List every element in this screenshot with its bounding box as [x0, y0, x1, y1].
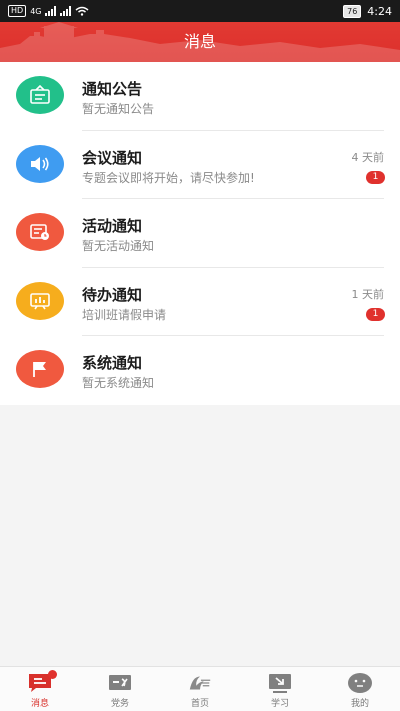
tab-profile[interactable]: 我的 [320, 667, 400, 711]
message-subtitle: 暂无通知公告 [82, 102, 155, 116]
app-header: 消息 [0, 22, 400, 62]
page-title: 消息 [183, 32, 216, 51]
hd-indicator: HD [8, 5, 27, 17]
message-title: 通知公告 [82, 80, 143, 98]
tab-party-affairs[interactable]: 党务 [80, 667, 160, 711]
message-title: 系统通知 [82, 354, 143, 372]
battery-icon: 76 [343, 4, 362, 18]
message-list: 通知公告 暂无通知公告 会议通知 专题会议即将开始，请尽快参加! 4 天前 1 … [0, 62, 400, 405]
message-title: 活动通知 [82, 217, 143, 235]
party-affairs-icon [107, 672, 133, 694]
profile-face-icon [347, 672, 373, 694]
message-time: 4 天前 [351, 150, 385, 164]
network-type: 4G [30, 6, 42, 16]
message-item-todo[interactable]: 待办通知 培训班请假申请 1 天前 1 [0, 268, 400, 336]
wifi-icon [75, 6, 89, 16]
message-subtitle: 暂无活动通知 [82, 239, 155, 253]
bottom-tab-bar: 消息 党务 首页 学习 我的 [0, 666, 400, 711]
tab-messages[interactable]: 消息 [0, 667, 80, 711]
home-logo-icon [187, 672, 213, 694]
message-time: 1 天前 [351, 287, 385, 301]
message-subtitle: 暂无系统通知 [82, 376, 155, 390]
tab-label: 我的 [350, 699, 369, 709]
clock: 4:24 [367, 4, 392, 18]
message-subtitle: 培训班请假申请 [82, 307, 167, 322]
message-title: 待办通知 [82, 285, 143, 304]
tab-label: 学习 [270, 699, 289, 709]
flag-icon [16, 350, 64, 388]
unread-badge: 1 [366, 307, 385, 321]
tab-study[interactable]: 学习 [240, 667, 320, 711]
message-item-system[interactable]: 系统通知 暂无系统通知 [0, 336, 400, 405]
study-icon [267, 672, 293, 694]
tab-home[interactable]: 首页 [160, 667, 240, 711]
message-item-notice[interactable]: 通知公告 暂无通知公告 [0, 62, 400, 131]
message-title: 会议通知 [82, 148, 143, 167]
tab-label: 党务 [110, 699, 129, 709]
notice-board-icon [16, 76, 64, 114]
message-item-activity[interactable]: 活动通知 暂无活动通知 [0, 199, 400, 268]
chart-board-icon [16, 281, 64, 320]
signal-icon [45, 6, 57, 16]
signal-icon-2 [60, 6, 72, 16]
message-subtitle: 专题会议即将开始，请尽快参加! [82, 170, 255, 185]
message-item-meeting[interactable]: 会议通知 专题会议即将开始，请尽快参加! 4 天前 1 [0, 131, 400, 199]
tab-label: 首页 [190, 699, 209, 709]
notification-dot [48, 670, 57, 679]
status-bar: HD 4G 76 4:24 [0, 0, 400, 22]
speaker-icon [16, 144, 64, 183]
unread-badge: 1 [366, 170, 385, 184]
tab-label: 消息 [30, 699, 49, 709]
calendar-card-icon [16, 213, 64, 251]
